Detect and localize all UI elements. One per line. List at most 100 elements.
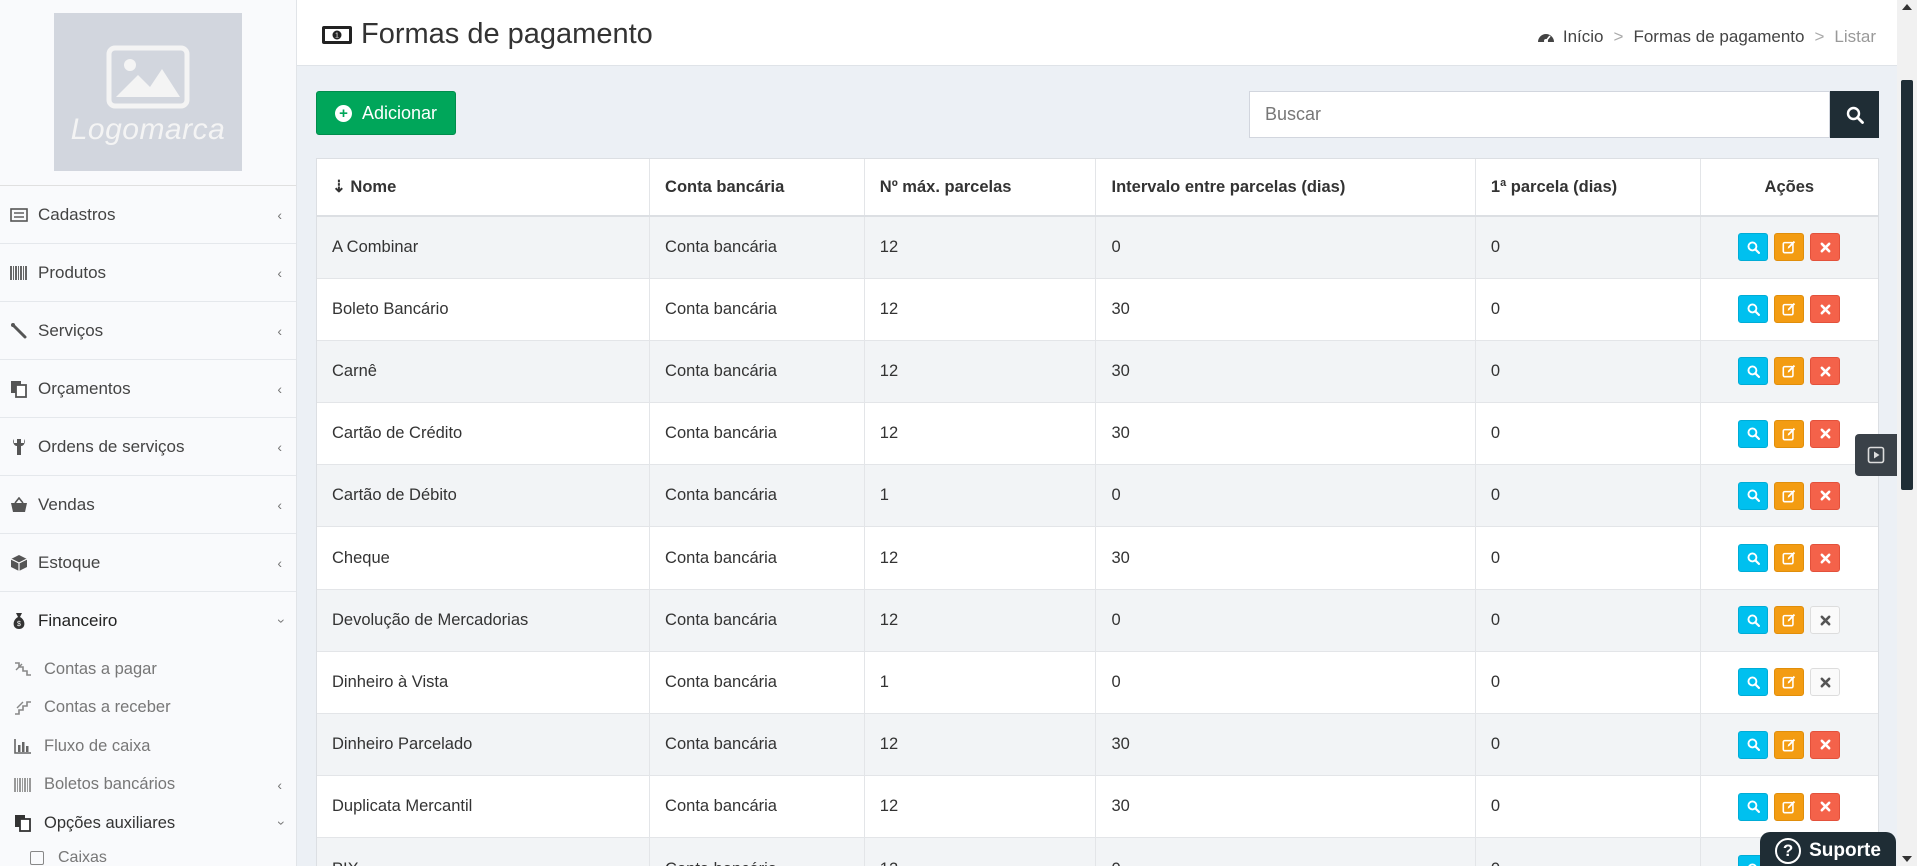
delete-button[interactable] xyxy=(1810,730,1841,759)
edit-button[interactable] xyxy=(1774,419,1805,448)
view-button[interactable] xyxy=(1738,357,1769,386)
breadcrumb-separator: > xyxy=(1814,27,1825,46)
view-button[interactable] xyxy=(1738,233,1769,262)
view-button[interactable] xyxy=(1738,668,1769,697)
cell-intervalo: 0 xyxy=(1095,837,1476,866)
cell-intervalo: 30 xyxy=(1095,712,1476,776)
edit-button[interactable] xyxy=(1774,730,1805,759)
table-row[interactable]: Duplicata Mercantil Conta bancária 12 30 0 xyxy=(317,775,1878,838)
sidebar-item-cadastros[interactable]: Cadastros ‹ xyxy=(0,186,296,244)
cell-primeira-parcela: 0 xyxy=(1475,650,1701,714)
search-button[interactable] xyxy=(1830,91,1879,138)
table-row[interactable]: Devolução de Mercadorias Conta bancária 12… xyxy=(317,588,1878,652)
row-actions xyxy=(1738,544,1841,573)
sidebar-subitem-contas-a-pagar[interactable]: Contas a pagar xyxy=(0,650,296,689)
column-header-conta-bancaria[interactable]: Conta bancária xyxy=(649,159,865,217)
view-button[interactable] xyxy=(1738,606,1769,635)
table-row[interactable]: Dinheiro à Vista Conta bancária 1 0 0 xyxy=(317,650,1878,714)
sidebar-subitem-opcoes-auxiliares[interactable]: Opções auxiliares ‹ xyxy=(0,804,296,843)
sidebar-subitem-contas-a-receber[interactable]: Contas a receber xyxy=(0,689,296,728)
delete-button[interactable] xyxy=(1810,419,1841,448)
scrollbar-thumb[interactable] xyxy=(1901,80,1913,490)
view-button[interactable] xyxy=(1738,295,1769,324)
edit-button[interactable] xyxy=(1774,481,1805,510)
column-header-intervalo[interactable]: Intervalo entre parcelas (dias) xyxy=(1095,159,1476,217)
delete-button[interactable] xyxy=(1810,357,1841,386)
edit-button[interactable] xyxy=(1774,668,1805,697)
sidebar-subitem-fluxo-de-caixa[interactable]: Fluxo de caixa xyxy=(0,727,296,766)
edit-button[interactable] xyxy=(1774,357,1805,386)
view-button[interactable] xyxy=(1738,792,1769,821)
row-actions xyxy=(1738,792,1841,821)
sidebar-subitem-boletos-bancarios[interactable]: Boletos bancários ‹ xyxy=(0,766,296,805)
scroll-up-arrow-icon[interactable] xyxy=(1902,4,1912,10)
column-header-primeira-parcela[interactable]: 1ª parcela (dias) xyxy=(1475,159,1701,217)
money-icon: 1 xyxy=(322,25,352,44)
cell-nome: Devolução de Mercadorias xyxy=(317,588,651,652)
table-row[interactable]: A Combinar Conta bancária 12 0 0 xyxy=(317,215,1878,279)
screwdriver-icon xyxy=(10,322,28,340)
sidebar-item-label: Serviços xyxy=(38,320,104,340)
search-icon xyxy=(1747,303,1760,316)
cell-acoes xyxy=(1700,588,1878,652)
table-body: A Combinar Conta bancária 12 0 0 Boleto Bancá… xyxy=(317,215,1878,866)
column-header-max-parcelas[interactable]: Nº máx. parcelas xyxy=(864,159,1097,217)
table-row[interactable]: Carnê Conta bancária 12 30 0 xyxy=(317,339,1878,403)
support-button[interactable]: ? Suporte xyxy=(1760,832,1896,866)
table-row[interactable]: PIXConta bancária1200 xyxy=(317,837,1878,866)
cell-conta-bancaria: Conta bancária xyxy=(649,339,865,403)
sidebar-item-produtos[interactable]: Produtos ‹ xyxy=(0,244,296,302)
search-icon xyxy=(1747,800,1760,814)
delete-button[interactable] xyxy=(1810,295,1841,324)
table-row[interactable]: Dinheiro Parcelado Conta bancária 12 30 0 xyxy=(317,712,1878,776)
logo[interactable]: Logomarca xyxy=(54,13,242,171)
add-button[interactable]: + Adicionar xyxy=(316,91,456,135)
sidebar-subitem-label: Contas a pagar xyxy=(44,659,157,678)
delete-button[interactable] xyxy=(1810,544,1841,573)
edit-button[interactable] xyxy=(1774,792,1805,821)
cell-nome: PIX xyxy=(317,837,651,866)
sidebar-item-label: Produtos xyxy=(38,262,107,282)
sidebar-subitem-caixas[interactable]: Caixas xyxy=(0,843,296,866)
sidebar-item-servicos[interactable]: Serviços ‹ xyxy=(0,302,296,360)
sidebar-item-label: Vendas xyxy=(38,494,95,514)
chevron-left-icon: ‹ xyxy=(277,380,282,397)
view-button[interactable] xyxy=(1738,481,1769,510)
column-header-nome[interactable]: ⇣ Nome xyxy=(317,159,651,217)
search-icon xyxy=(1747,614,1760,627)
sidebar-item-orcamentos[interactable]: Orçamentos ‹ xyxy=(0,360,296,418)
sidebar-subitem-label: Contas a receber xyxy=(44,698,171,717)
cell-intervalo: 0 xyxy=(1095,215,1476,279)
table-row[interactable]: Cartão de Débito Conta bancária 1 0 0 xyxy=(317,464,1878,527)
sidebar-item-financeiro[interactable]: $ Financeiro ‹ xyxy=(0,592,296,650)
table-row[interactable]: Boleto Bancário Conta bancária 12 30 0 xyxy=(317,277,1878,341)
breadcrumb-home-link[interactable]: Início xyxy=(1563,27,1604,47)
edit-button[interactable] xyxy=(1774,544,1805,573)
view-button[interactable] xyxy=(1738,419,1769,448)
table-row[interactable]: Cartão de Crédito Conta bancária 12 30 0 xyxy=(317,402,1878,465)
sidebar-item-vendas[interactable]: Vendas ‹ xyxy=(0,476,296,534)
cell-primeira-parcela: 0 xyxy=(1475,712,1701,776)
edit-button[interactable] xyxy=(1774,233,1805,262)
edit-button[interactable] xyxy=(1774,295,1805,324)
row-actions xyxy=(1738,295,1841,324)
view-button[interactable] xyxy=(1738,730,1769,759)
delete-button[interactable] xyxy=(1810,792,1841,821)
edit-button[interactable] xyxy=(1774,606,1805,635)
barcode-icon xyxy=(10,264,28,282)
search-input[interactable] xyxy=(1249,91,1830,138)
sidebar-item-ordens-de-servicos[interactable]: Ordens de serviços ‹ xyxy=(0,418,296,476)
page-scrollbar[interactable] xyxy=(1897,0,1917,866)
cell-acoes xyxy=(1700,526,1878,590)
scroll-down-arrow-icon[interactable] xyxy=(1902,856,1912,862)
delete-button[interactable] xyxy=(1810,481,1841,510)
chevron-left-icon: ‹ xyxy=(277,776,282,793)
table-row[interactable]: Cheque Conta bancária 12 30 0 xyxy=(317,526,1878,590)
sidebar-item-estoque[interactable]: Estoque ‹ xyxy=(0,534,296,592)
side-panel-toggle[interactable] xyxy=(1855,434,1897,476)
view-button[interactable] xyxy=(1738,544,1769,573)
breadcrumb-section-link[interactable]: Formas de pagamento xyxy=(1633,27,1804,47)
stairs-up-icon xyxy=(14,699,32,717)
delete-button[interactable] xyxy=(1810,233,1841,262)
cell-primeira-parcela: 0 xyxy=(1475,588,1701,652)
